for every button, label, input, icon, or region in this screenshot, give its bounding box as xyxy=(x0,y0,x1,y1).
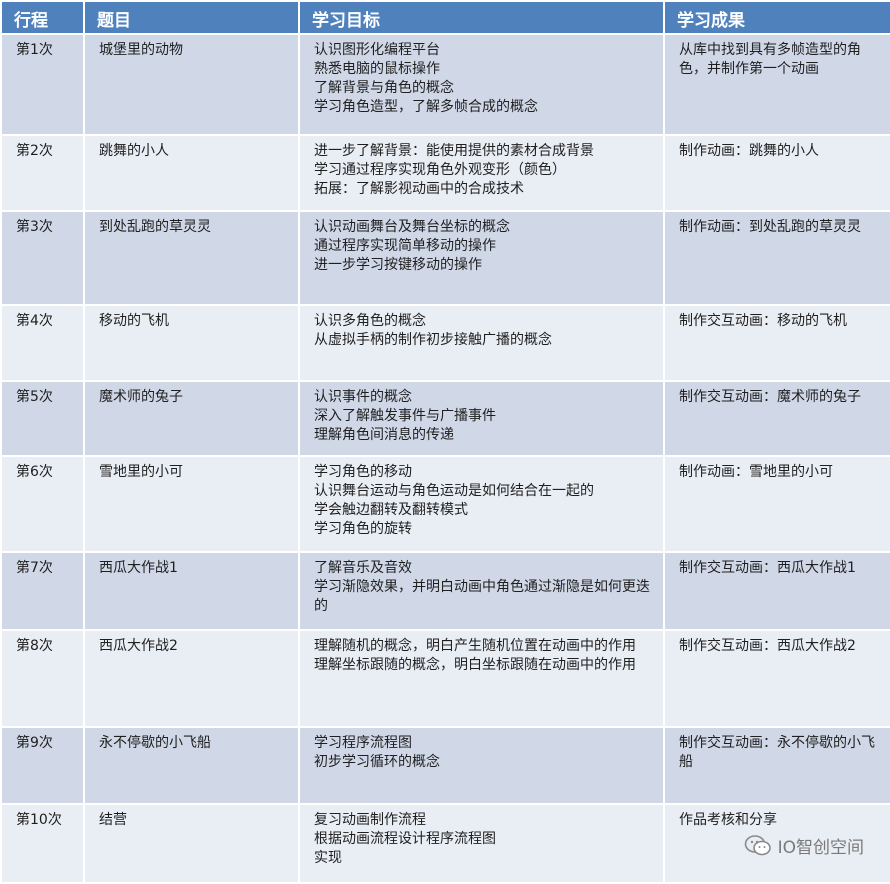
table-row: 第8次 西瓜大作战2 理解随机的概念，明白产生随机位置在动画中的作用 理解坐标跟随的概… xyxy=(0,629,890,728)
goal-item: 了解背景与角色的概念 xyxy=(314,80,454,96)
goal-item: 理解角色间消息的传递 xyxy=(314,427,454,443)
session-cell: 第6次 xyxy=(0,455,85,553)
table-row: 第7次 西瓜大作战1 了解音乐及音效 学习渐隐效果，并明白动画中角色通过渐隐是如何更迭… xyxy=(0,551,890,631)
goal-item: 初步学习循环的概念 xyxy=(314,754,440,770)
goals-cell: 认识事件的概念深入了解触发事件与广播事件 理解角色间消息的传递 xyxy=(298,380,665,457)
title-cell: 西瓜大作战2 xyxy=(83,629,300,728)
goal-item: 了解音乐及音效 xyxy=(314,560,412,576)
goal-item: 进一步学习按键移动的操作 xyxy=(314,257,482,273)
goal-item: 实现 xyxy=(314,850,342,866)
outcome-cell: 制作动画：跳舞的小人 xyxy=(663,134,890,212)
goal-item: 复习动画制作流程 xyxy=(314,812,426,828)
table-row: 第6次 雪地里的小可 学习角色的移动认识舞台运动与角色运动是如何结合在一起的 学会触边… xyxy=(0,455,890,553)
title-cell: 移动的飞机 xyxy=(83,304,300,382)
session-cell: 第10次 xyxy=(0,803,85,884)
title-cell: 跳舞的小人 xyxy=(83,134,300,212)
header-goals: 学习目标 xyxy=(298,0,665,35)
table-row: 第9次 永不停歇的小飞船 学习程序流程图 初步学习循环的概念 制作交互动画：永不停歇的小… xyxy=(0,726,890,805)
goals-cell: 学习角色的移动认识舞台运动与角色运动是如何结合在一起的 学会触边翻转及翻转模式 学习… xyxy=(298,455,665,553)
outcome-cell: 制作交互动画：移动的飞机 xyxy=(663,304,890,382)
goals-cell: 理解随机的概念，明白产生随机位置在动画中的作用 理解坐标跟随的概念，明白坐标跟随在… xyxy=(298,629,665,728)
goals-cell: 认识图形化编程平台 熟悉电脑的鼠标操作 了解背景与角色的概念学习角色造型，了解多帧合… xyxy=(298,33,665,136)
goal-item: 根据动画流程设计程序流程图 xyxy=(314,831,496,847)
goals-cell: 认识多角色的概念从虚拟手柄的制作初步接触广播的概念 xyxy=(298,304,665,382)
title-cell: 结营 xyxy=(83,803,300,884)
goal-item: 通过程序实现简单移动的操作 xyxy=(314,238,496,254)
goal-item: 学习渐隐效果，并明白动画中角色通过渐隐是如何更迭的 xyxy=(314,579,650,614)
title-cell: 城堡里的动物 xyxy=(83,33,300,136)
session-cell: 第5次 xyxy=(0,380,85,457)
header-outcome: 学习成果 xyxy=(663,0,890,35)
session-cell: 第7次 xyxy=(0,551,85,631)
goal-item: 学习通过程序实现角色外观变形（颜色） xyxy=(314,162,566,178)
outcome-cell: 制作动画：雪地里的小可 xyxy=(663,455,890,553)
goal-item: 学习角色的旋转 xyxy=(314,521,412,537)
header-session: 行程 xyxy=(0,0,85,35)
outcome-cell: 制作交互动画：永不停歇的小飞船 xyxy=(663,726,890,805)
goal-item: 认识舞台运动与角色运动是如何结合在一起的 xyxy=(314,483,594,499)
goals-cell: 进一步了解背景：能使用提供的素材合成背景 学习通过程序实现角色外观变形（颜色） 拓展… xyxy=(298,134,665,212)
goals-cell: 学习程序流程图初步学习循环的概念 xyxy=(298,726,665,805)
goals-cell: 复习动画制作流程根据动画流程设计程序流程图 实现 xyxy=(298,803,665,884)
outcome-cell: 制作交互动画：西瓜大作战1 xyxy=(663,551,890,631)
outcome-cell: 制作动画：到处乱跑的草灵灵 xyxy=(663,210,890,306)
session-cell: 第8次 xyxy=(0,629,85,728)
watermark-text: IO智创空间 xyxy=(777,838,864,858)
curriculum-table: 行程 题目 学习目标 学习成果 第1次 城堡里的动物 认识图形化编程平台 熟悉电脑的鼠… xyxy=(0,0,890,884)
table-row: 第3次 到处乱跑的草灵灵 认识动画舞台及舞台坐标的概念 通过程序实现简单移动的操作 进一… xyxy=(0,210,890,306)
table-row: 第5次 魔术师的兔子 认识事件的概念 深入了解触发事件与广播事件 理解角色间消息的传递制… xyxy=(0,380,890,457)
session-cell: 第1次 xyxy=(0,33,85,136)
goal-item: 学习角色的移动 xyxy=(314,464,412,480)
session-cell: 第9次 xyxy=(0,726,85,805)
table-row: 第1次 城堡里的动物 认识图形化编程平台 熟悉电脑的鼠标操作 了解背景与角色的概念学习角… xyxy=(0,33,890,136)
goal-item: 认识图形化编程平台 xyxy=(314,42,440,58)
goals-cell: 认识动画舞台及舞台坐标的概念 通过程序实现简单移动的操作 进一步学习按键移动的操作 xyxy=(298,210,665,306)
goal-item: 学习角色造型，了解多帧合成的概念 xyxy=(314,99,538,115)
goal-item: 认识动画舞台及舞台坐标的概念 xyxy=(314,219,510,235)
goal-item: 理解坐标跟随的概念，明白坐标跟随在动画中的作用 xyxy=(314,657,636,673)
goal-item: 熟悉电脑的鼠标操作 xyxy=(314,61,440,77)
header-row: 行程 题目 学习目标 学习成果 xyxy=(0,0,890,35)
outcome-cell: 从库中找到具有多帧造型的角色，并制作第一个动画 xyxy=(663,33,890,136)
goal-item: 认识多角色的概念 xyxy=(314,313,426,329)
goal-item: 拓展：了解影视动画中的合成技术 xyxy=(314,181,524,197)
goal-item: 从虚拟手柄的制作初步接触广播的概念 xyxy=(314,332,552,348)
title-cell: 到处乱跑的草灵灵 xyxy=(83,210,300,306)
goal-item: 理解随机的概念，明白产生随机位置在动画中的作用 xyxy=(314,638,636,654)
title-cell: 永不停歇的小飞船 xyxy=(83,726,300,805)
wechat-icon xyxy=(744,834,772,858)
outcome-cell: 制作交互动画：西瓜大作战2 xyxy=(663,629,890,728)
goal-item: 深入了解触发事件与广播事件 xyxy=(314,408,496,424)
goal-item: 进一步了解背景：能使用提供的素材合成背景 xyxy=(314,143,594,159)
goal-item: 学会触边翻转及翻转模式 xyxy=(314,502,468,518)
session-cell: 第4次 xyxy=(0,304,85,382)
watermark: IO智创空间 xyxy=(744,833,864,858)
outcome-cell: 制作交互动画：魔术师的兔子 xyxy=(663,380,890,457)
title-cell: 魔术师的兔子 xyxy=(83,380,300,457)
table-row: 第4次 移动的飞机 认识多角色的概念 从虚拟手柄的制作初步接触广播的概念 制作交互动画：… xyxy=(0,304,890,382)
goal-item: 学习程序流程图 xyxy=(314,735,412,751)
goal-item: 认识事件的概念 xyxy=(314,389,412,405)
session-cell: 第3次 xyxy=(0,210,85,306)
title-cell: 雪地里的小可 xyxy=(83,455,300,553)
session-cell: 第2次 xyxy=(0,134,85,212)
table-row: 第2次 跳舞的小人 进一步了解背景：能使用提供的素材合成背景 学习通过程序实现角色外观… xyxy=(0,134,890,212)
title-cell: 西瓜大作战1 xyxy=(83,551,300,631)
header-title: 题目 xyxy=(83,0,300,35)
goals-cell: 了解音乐及音效学习渐隐效果，并明白动画中角色通过渐隐是如何更迭的 xyxy=(298,551,665,631)
